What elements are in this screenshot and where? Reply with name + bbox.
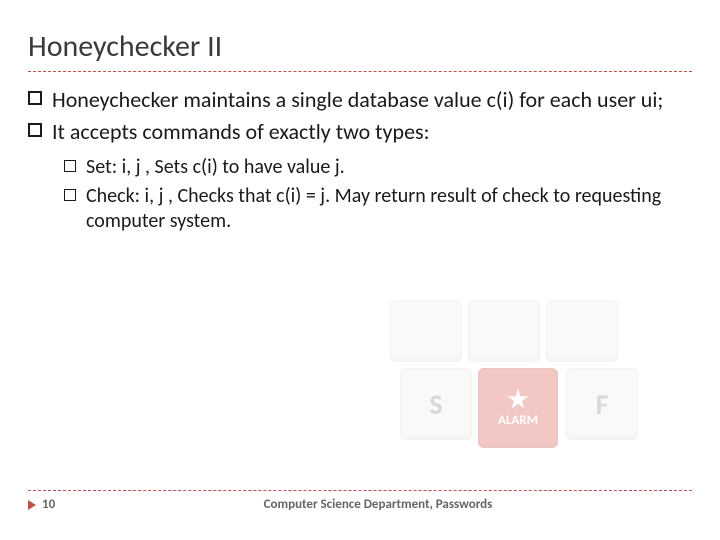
bullet-1: Honeychecker maintains a single database… [28,86,692,114]
slide-title: Honeychecker II [28,28,692,65]
alarm-icon [507,389,529,411]
footer-text: Computer Science Department, Passwords [64,497,692,512]
key-art [546,300,618,362]
alarm-keyboard-art: S ALARM F [390,300,650,460]
key-f: F [566,368,638,440]
footer: 10 Computer Science Department, Password… [28,490,692,512]
footer-row: 10 Computer Science Department, Password… [28,497,692,512]
triangle-icon [28,500,36,510]
sub-bullet-list: Set: i, j , Sets c(i) to have value j. C… [64,155,692,234]
key-art [468,300,540,362]
key-s: S [400,368,472,440]
slide: Honeychecker II Honeychecker maintains a… [0,0,720,540]
alarm-key: ALARM [478,368,558,448]
content-area: Honeychecker maintains a single database… [28,86,692,234]
footer-divider [28,490,692,491]
page-number: 10 [42,497,64,512]
key-art [390,300,462,362]
sub-bullet-1: Set: i, j , Sets c(i) to have value j. [64,155,692,180]
alarm-label: ALARM [498,413,538,428]
title-divider [28,71,692,72]
sub-bullet-2: Check: i, j , Checks that c(i) = j. May … [64,184,692,234]
bullet-2: It accepts commands of exactly two types… [28,118,692,146]
